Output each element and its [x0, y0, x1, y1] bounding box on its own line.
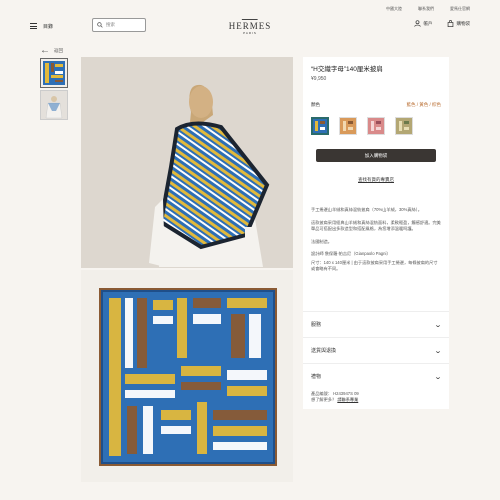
color-value: 藍色 / 黃色 / 棕色 [406, 102, 441, 107]
swatch-orange[interactable] [339, 117, 357, 135]
carriage-logo-icon [241, 15, 258, 20]
site-header: 目錄 搜索 HERMES PARIS 帳戶 購物袋 [30, 14, 470, 38]
menu-label: 目錄 [43, 23, 54, 30]
back-link[interactable]: ← 返回 [40, 46, 63, 56]
back-label: 返回 [54, 48, 63, 53]
product-meta: 產品編號： H243947S 09 想了解更多？ 請聯系專業 [303, 389, 449, 409]
accordion-services[interactable]: 服務 ⌄ [303, 311, 449, 337]
model-photo [81, 57, 293, 268]
accordion-shipping[interactable]: 送貨與退換 ⌄ [303, 337, 449, 363]
product-description: 手工捲邊山羊絨和真絲混紡披肩（70%山羊絨，30%真絲）。 這款披肩采用經典山羊… [311, 207, 441, 273]
back-arrow-icon: ← [40, 45, 50, 56]
desc-size: 尺寸：140 x 140厘米 | 由于這款披肩采用手工捲邊，每條披肩的尺寸或會略… [311, 259, 438, 272]
cart-label: 購物袋 [456, 20, 471, 26]
contact-link[interactable]: 聯系我們 [418, 6, 434, 12]
product-code-label: 產品編號： [311, 391, 332, 396]
color-heading: 顏色 [311, 102, 320, 107]
chevron-down-icon: ⌄ [433, 347, 443, 355]
chevron-down-icon: ⌄ [433, 373, 443, 381]
account-button[interactable]: 帳戶 [413, 20, 433, 27]
thumbnail-model[interactable] [40, 90, 68, 120]
swatch-pink[interactable] [367, 117, 385, 135]
scarf-flat-image [81, 270, 293, 482]
color-swatches [311, 117, 441, 135]
accordion-label: 服務 [311, 322, 322, 328]
chevron-down-icon: ⌄ [433, 321, 443, 329]
accordion-label: 禮物 [311, 374, 322, 380]
account-label: 帳戶 [423, 20, 433, 26]
logo-subtitle: PARIS [243, 31, 257, 35]
desc-designer: 設計師 詹保羅·帕吉尼（Gianpaolo Pagni） [311, 251, 391, 256]
account-icon [413, 20, 421, 27]
cart-button[interactable]: 購物袋 [447, 20, 471, 27]
search-input[interactable]: 搜索 [92, 18, 146, 32]
logo-wordmark: HERMES [228, 21, 272, 31]
product-title: “H交織字母”140厘米披肩 [311, 66, 383, 73]
swatch-green[interactable] [395, 117, 413, 135]
thumbnail-scarf[interactable] [40, 58, 68, 88]
search-icon [97, 22, 103, 28]
cart-icon [447, 20, 453, 27]
help-label: 想了解更多？ [311, 397, 337, 402]
top-utility-bar: 中國大陸 聯系我們 愛馬仕官網 [386, 6, 470, 12]
product-code: H243947S 09 [333, 391, 359, 396]
contact-link[interactable]: 請聯系專業 [337, 397, 358, 402]
region-link[interactable]: 中國大陸 [386, 6, 402, 12]
product-price: ¥9,950 [311, 76, 327, 82]
find-store-link[interactable]: 查找有貨的專賣店 [311, 177, 441, 183]
add-to-cart-button[interactable]: 加入購物袋 [316, 149, 436, 162]
desc-composition: 手工捲邊山羊絨和真絲混紡披肩（70%山羊絨，30%真絲）。 [311, 207, 422, 212]
menu-button[interactable]: 目錄 [30, 22, 53, 31]
menu-icon [30, 22, 37, 31]
swatch-blue[interactable] [311, 117, 329, 135]
desc-origin: 法國制造。 [311, 238, 332, 244]
product-panel: “H交織字母”140厘米披肩 ¥9,950 顏色 藍色 / 黃色 / 棕色 加入… [303, 57, 449, 409]
desc-body: 這款披肩采用經典山羊絨和真絲混紡面料，柔軟輕盈，觸感舒適。完美單品可搭配出多款造… [311, 219, 441, 232]
accordion-gift[interactable]: 禮物 ⌄ [303, 363, 449, 389]
search-placeholder: 搜索 [106, 22, 115, 27]
official-site-link[interactable]: 愛馬仕官網 [450, 6, 470, 12]
accordion-label: 送貨與退換 [311, 348, 337, 354]
brand-logo[interactable]: HERMES PARIS [229, 15, 272, 35]
